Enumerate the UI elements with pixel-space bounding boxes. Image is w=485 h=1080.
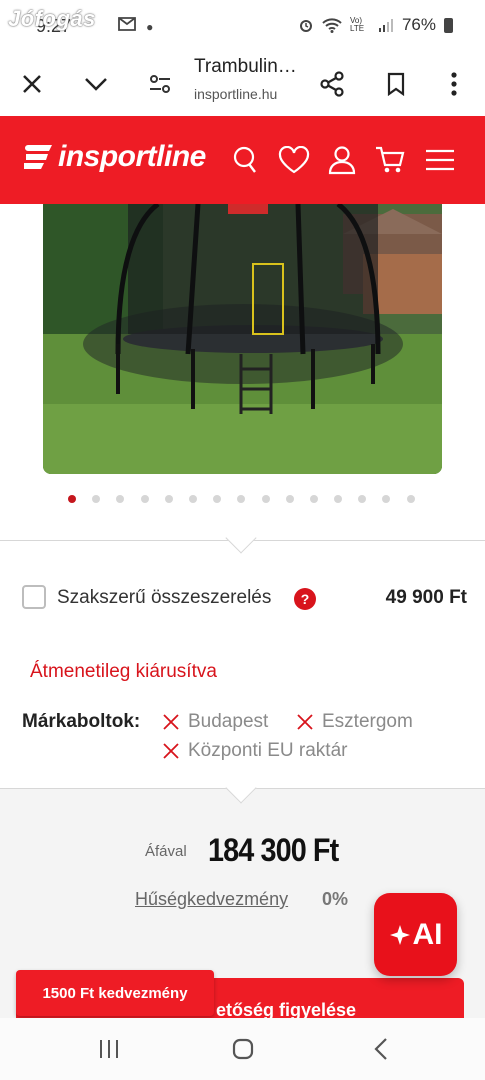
product-price: 184 300 Ft	[208, 832, 339, 868]
signal-icon	[378, 19, 393, 32]
availability-status: Átmenetileg kiárusítva	[30, 661, 217, 682]
page-title[interactable]: Trambulin…	[194, 56, 297, 78]
gallery-dot[interactable]	[68, 495, 76, 503]
divider-notch	[225, 522, 257, 554]
status-indicators: Vo) LTE 76%	[298, 15, 453, 35]
gallery-dot[interactable]	[382, 495, 391, 503]
site-settings-icon[interactable]	[140, 64, 180, 104]
heart-icon[interactable]	[276, 142, 312, 178]
stores-label: Márkaboltok:	[22, 711, 141, 732]
gallery-dot[interactable]	[358, 495, 367, 503]
gallery-dot[interactable]	[188, 495, 197, 503]
gmail-notification-icon: ●	[118, 17, 153, 35]
store-name: Központi EU raktár	[188, 740, 348, 761]
alarm-icon	[299, 20, 312, 32]
system-nav-bar	[0, 1018, 485, 1080]
back-icon[interactable]	[366, 1036, 396, 1062]
gallery-dot[interactable]	[406, 495, 415, 503]
share-icon[interactable]	[312, 64, 352, 104]
battery-percent: 76%	[401, 15, 436, 34]
unavailable-x-icon	[297, 714, 313, 730]
close-icon[interactable]	[12, 64, 52, 104]
store-eu-warehouse: Központi EU raktár	[162, 740, 347, 762]
logo-text: insportline	[58, 140, 206, 173]
ai-button-label: AI	[412, 917, 443, 951]
site-logo[interactable]: insportline	[22, 140, 206, 174]
gallery-dot[interactable]	[285, 495, 294, 503]
gallery-dots	[68, 495, 415, 503]
logo-mark-icon	[24, 145, 52, 169]
unavailable-x-icon	[163, 714, 179, 730]
vat-label: Áfával	[145, 843, 187, 860]
gallery-dot[interactable]	[334, 495, 343, 503]
store-budapest: Budapest	[162, 711, 268, 733]
gallery-dot[interactable]	[116, 495, 125, 503]
gallery-dot[interactable]	[164, 495, 173, 503]
ai-assistant-button[interactable]: AI	[374, 893, 457, 976]
unavailable-x-icon	[163, 743, 179, 759]
loyalty-discount-link[interactable]: Hűségkedvezmény	[135, 889, 288, 910]
cart-icon[interactable]	[372, 142, 408, 178]
gallery-dot[interactable]	[237, 495, 246, 503]
recent-apps-icon[interactable]	[94, 1036, 124, 1062]
gallery-dot[interactable]	[92, 495, 101, 503]
trampoline-photo	[43, 204, 442, 474]
store-name: Budapest	[188, 711, 269, 732]
user-icon[interactable]	[324, 142, 360, 178]
gallery-dot[interactable]	[213, 495, 222, 503]
assembly-label[interactable]: Szakszerű összeszerelés	[57, 587, 271, 609]
help-icon[interactable]: ?	[294, 588, 316, 610]
gallery-dot[interactable]	[309, 495, 318, 503]
assembly-price: 49 900 Ft	[385, 587, 467, 608]
chevron-down-icon[interactable]	[76, 64, 116, 104]
loyalty-discount-value: 0%	[322, 889, 349, 909]
browser-toolbar: Trambulin… insportline.hu	[0, 52, 485, 116]
store-name: Esztergom	[322, 711, 413, 732]
watermark-logo: Jófogás	[8, 6, 96, 31]
assembly-option: Szakszerű összeszerelés ? 49 900 Ft	[22, 584, 467, 612]
home-icon[interactable]	[228, 1036, 258, 1062]
search-icon[interactable]	[228, 142, 264, 178]
menu-icon[interactable]	[422, 142, 458, 178]
gallery-dot[interactable]	[140, 495, 149, 503]
product-image[interactable]	[43, 204, 442, 474]
sparkle-icon	[389, 924, 410, 945]
network-label: Vo) LTE	[349, 16, 365, 33]
more-icon[interactable]	[434, 64, 474, 104]
site-header: insportline	[0, 116, 485, 204]
assembly-checkbox[interactable]	[22, 585, 46, 609]
wifi-icon	[322, 18, 342, 33]
gallery-dot[interactable]	[261, 495, 270, 503]
bookmark-icon[interactable]	[376, 64, 416, 104]
store-esztergom: Esztergom	[296, 711, 413, 733]
battery-icon	[444, 17, 453, 33]
discount-badge: 1500 Ft kedvezmény	[16, 970, 214, 1016]
status-bar: 9:27 Jófogás ● Vo) LTE 76%	[0, 0, 485, 52]
page-url[interactable]: insportline.hu	[194, 86, 277, 102]
